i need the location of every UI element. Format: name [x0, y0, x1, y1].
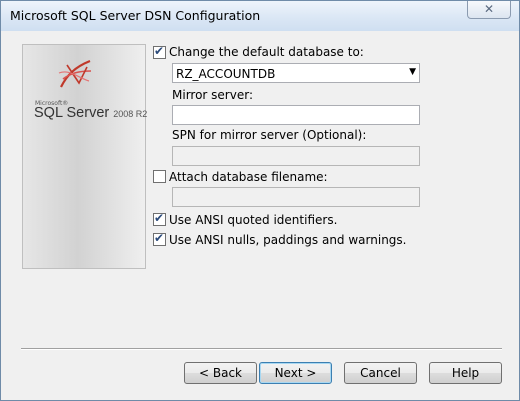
logo-product-name: SQL Server: [34, 105, 110, 121]
close-button[interactable]: ✕: [467, 1, 511, 19]
ansi-nulls-label: Use ANSI nulls, paddings and warnings.: [169, 233, 407, 247]
title-bar[interactable]: Microsoft SQL Server DSN Configuration ✕: [1, 1, 519, 31]
ansi-quoted-checkbox[interactable]: ✔: [153, 211, 166, 226]
logo-product-text: SQL Server 2008 R2: [34, 105, 147, 121]
logo-version-text: 2008 R2: [113, 109, 148, 119]
attach-db-input[interactable]: [172, 187, 420, 207]
spn-mirror-input[interactable]: [172, 146, 420, 166]
default-database-value: RZ_ACCOUNTDB: [176, 67, 276, 81]
separator: [21, 348, 502, 350]
mirror-server-label: Mirror server:: [172, 88, 253, 102]
spn-mirror-label: SPN for mirror server (Optional):: [172, 128, 367, 142]
sql-server-logo-icon: [58, 59, 92, 88]
attach-db-checkbox[interactable]: [153, 170, 166, 183]
checkmark-icon: ✔: [154, 231, 165, 245]
ansi-nulls-checkbox[interactable]: ✔: [153, 231, 166, 246]
back-button[interactable]: < Back: [184, 362, 257, 384]
next-button[interactable]: Next >: [259, 362, 332, 384]
checkmark-icon: ✔: [154, 44, 165, 58]
attach-db-label: Attach database filename:: [169, 170, 328, 184]
window-title: Microsoft SQL Server DSN Configuration: [10, 8, 261, 23]
checkmark-icon: ✔: [154, 211, 165, 225]
close-icon: ✕: [484, 2, 495, 16]
ansi-quoted-label: Use ANSI quoted identifiers.: [169, 213, 338, 227]
mirror-server-input[interactable]: [172, 105, 420, 125]
change-default-db-checkbox[interactable]: ✔: [153, 44, 166, 59]
change-default-db-label: Change the default database to:: [169, 45, 364, 59]
dropdown-arrow-icon[interactable]: ▼: [409, 67, 416, 77]
cancel-button[interactable]: Cancel: [344, 362, 417, 384]
default-database-combo[interactable]: RZ_ACCOUNTDB ▼: [172, 63, 420, 83]
sql-server-banner: Microsoft® SQL Server 2008 R2: [22, 44, 147, 269]
help-button[interactable]: Help: [429, 362, 502, 384]
dsn-config-window: Microsoft SQL Server DSN Configuration ✕…: [0, 0, 520, 401]
dialog-body: Microsoft® SQL Server 2008 R2 ✔ Change t…: [7, 31, 513, 394]
